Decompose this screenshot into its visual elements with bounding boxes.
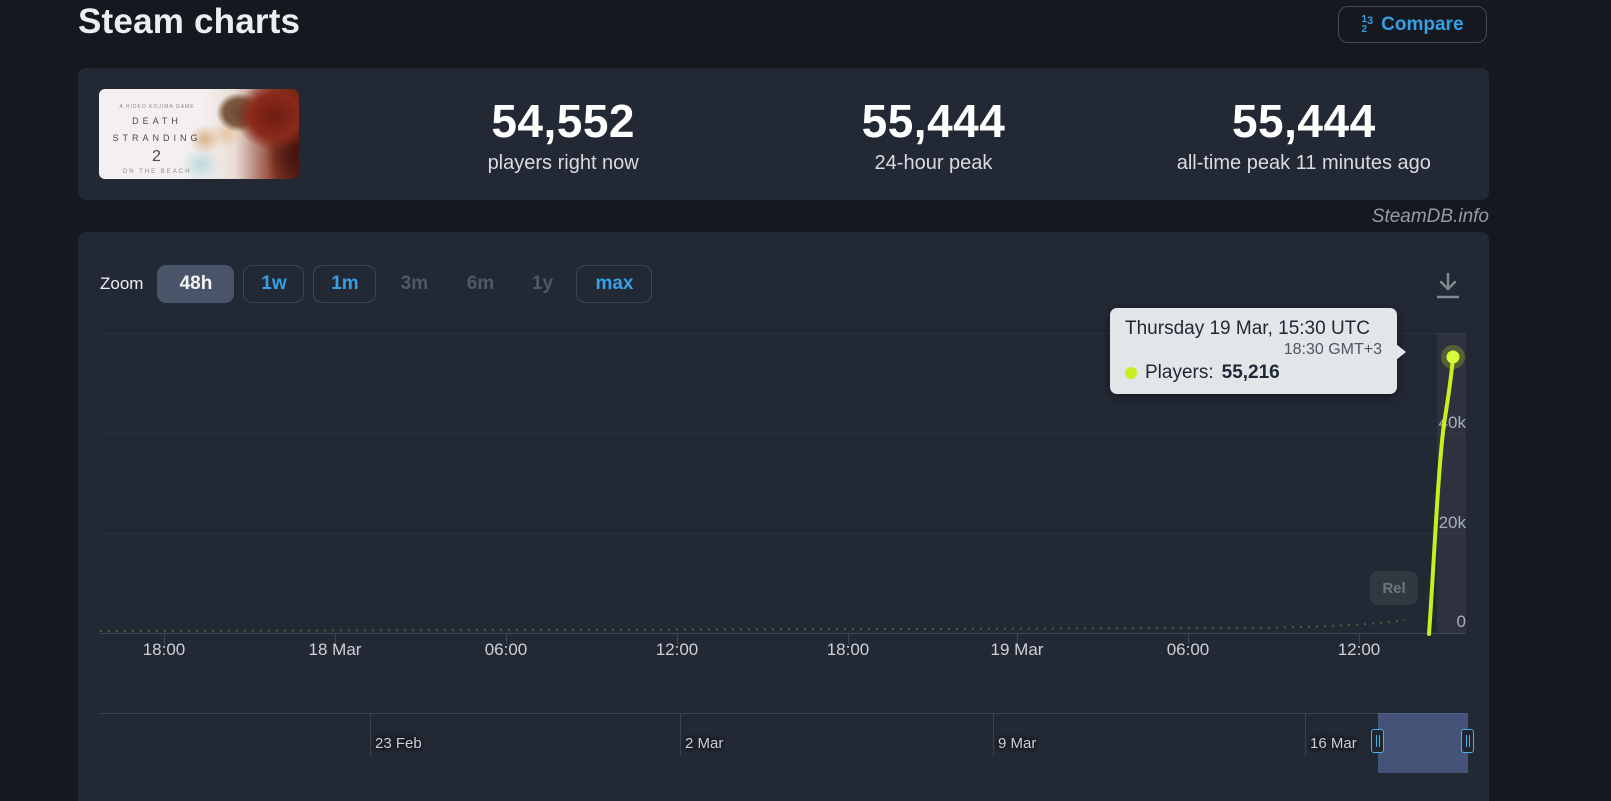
steamdb-watermark: SteamDB.info [78,206,1489,228]
stat-current-players: 54,552 players right now [378,68,748,200]
y-axis-label: 20k [1406,513,1466,533]
zoom-button-1m[interactable]: 1m [313,265,376,303]
zoom-button-1y: 1y [517,265,567,303]
navigator-tick [680,713,681,756]
navigator-tick [1305,713,1306,756]
stat-label: 24-hour peak [875,152,993,175]
x-axis-tick [506,634,507,644]
stat-label: players right now [488,152,639,175]
game-capsule-text: A HIDEO KOJIMA GAME DEATH STRANDING 2 ON… [107,103,207,179]
stat-value: 54,552 [491,94,635,148]
zoom-button-3m: 3m [385,265,443,303]
zoom-toolbar: Zoom 48h 1w 1m 3m 6m 1y max [100,265,661,303]
x-axis-line [100,633,1466,634]
capsule-subtitle: ON THE BEACH [107,167,207,178]
series-marker-dot [1125,367,1137,379]
capsule-studio-line: A HIDEO KOJIMA GAME [107,103,207,113]
x-axis-tick [677,634,678,644]
capsule-title-line1: DEATH [107,113,207,130]
x-axis-tick [335,634,336,644]
stat-value: 55,444 [862,94,1006,148]
download-icon [1432,270,1464,304]
zoom-toolbar-label: Zoom [100,274,143,294]
capsule-title-line2: STRANDING [107,130,207,147]
navigator-tick [993,713,994,756]
x-axis-tick [848,634,849,644]
navigator-date-label: 9 Mar [998,735,1036,752]
compare-icon-digit: 3 [1367,16,1373,27]
navigator-tick [370,713,371,756]
gridline-40k [100,433,1466,434]
compare-123-icon: 1 2 3 [1361,15,1373,35]
navigator-date-label: 23 Feb [375,735,422,752]
download-chart-button[interactable] [1432,270,1464,304]
hover-column-highlight [1437,333,1466,633]
tooltip-players-value: 55,216 [1222,362,1280,384]
x-axis-tick [1188,634,1189,644]
chart-tooltip: Thursday 19 Mar, 15:30 UTC 18:30 GMT+3 P… [1110,308,1397,394]
zoom-button-48h[interactable]: 48h [157,265,234,303]
x-axis-tick [164,634,165,644]
stat-alltime-peak: 55,444 all-time peak 11 minutes ago [1119,68,1489,200]
tooltip-datetime: Thursday 19 Mar, 15:30 UTC [1125,318,1382,340]
compare-button-label: Compare [1381,14,1463,36]
zoom-button-1w[interactable]: 1w [243,265,304,303]
steamdb-charts-page: Steam charts 1 2 3 Compare A HIDEO KOJIM… [0,0,1611,801]
navigator-top-line [100,713,1466,714]
zoom-button-6m: 6m [452,265,508,303]
zoom-button-max[interactable]: max [576,265,652,303]
stats-panel: A HIDEO KOJIMA GAME DEATH STRANDING 2 ON… [78,68,1489,200]
x-axis-tick [1359,634,1360,644]
navigator-right-handle[interactable] [1461,729,1474,753]
tooltip-series-label: Players: [1145,362,1214,384]
compare-button[interactable]: 1 2 3 Compare [1338,6,1487,43]
x-axis-tick [1017,634,1018,644]
stat-columns: 54,552 players right now 55,444 24-hour … [378,68,1489,200]
navigator-date-label: 2 Mar [685,735,723,752]
navigator-left-handle[interactable] [1371,729,1384,753]
capsule-number: 2 [107,147,207,168]
page-title: Steam charts [78,2,300,42]
rel-overlay-badge: Rel [1370,571,1418,605]
gridline-20k [100,533,1466,534]
stat-label: all-time peak 11 minutes ago [1177,152,1431,175]
stat-24h-peak: 55,444 24-hour peak [748,68,1118,200]
stat-value: 55,444 [1232,94,1376,148]
navigator-date-label: 16 Mar [1310,735,1357,752]
y-axis-label: 40k [1406,413,1466,433]
game-capsule-image[interactable]: A HIDEO KOJIMA GAME DEATH STRANDING 2 ON… [99,89,299,179]
navigator-selected-range[interactable] [1378,713,1468,773]
y-axis-label: 0 [1406,612,1466,632]
tooltip-local-time: 18:30 GMT+3 [1125,341,1382,359]
